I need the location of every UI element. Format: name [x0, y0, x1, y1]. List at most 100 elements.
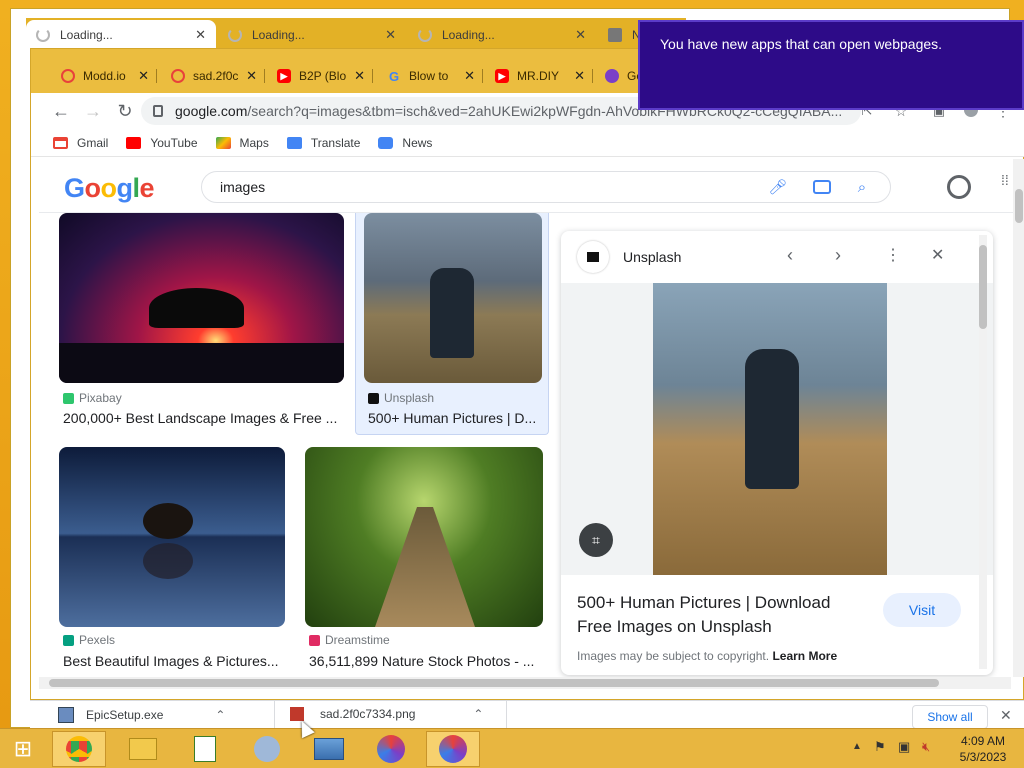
notification-text: You have new apps that can open webpages…: [660, 36, 943, 52]
close-icon[interactable]: ✕: [464, 68, 475, 84]
bookmark-label: Translate: [310, 135, 361, 150]
close-icon[interactable]: ✕: [195, 27, 206, 43]
taskbar-browser[interactable]: [364, 731, 418, 767]
background-tab[interactable]: Loading... ✕: [218, 20, 406, 50]
tab[interactable]: sad.2f0c ✕: [163, 63, 265, 89]
chevron-up-icon[interactable]: ⌃: [473, 707, 483, 721]
visit-button[interactable]: Visit: [883, 593, 961, 627]
result-image[interactable]: [364, 213, 542, 383]
tab-title: Blow to: [409, 69, 449, 83]
panel-title[interactable]: Free Images on Unsplash: [577, 617, 772, 637]
result-title[interactable]: 500+ Human Pictures | D...: [368, 410, 544, 426]
preview-image[interactable]: [653, 283, 887, 575]
tab[interactable]: Modd.io ✕: [53, 63, 157, 89]
background-tab[interactable]: Loading... ✕: [26, 20, 216, 50]
horizontal-scrollbar[interactable]: [39, 677, 1011, 689]
close-icon[interactable]: ✕: [246, 68, 257, 84]
close-icon[interactable]: ✕: [385, 27, 396, 43]
download-filename: EpicSetup.exe: [86, 708, 164, 722]
scrollbar-thumb[interactable]: [49, 679, 939, 687]
result-title[interactable]: 200,000+ Best Landscape Images & Free ..…: [63, 410, 348, 426]
browser-window: Modd.io ✕ sad.2f0c ✕ ▶ B2P (Blo ✕ G Blow…: [30, 48, 1024, 700]
panel-title[interactable]: 500+ Human Pictures | Download: [577, 593, 830, 613]
close-icon[interactable]: ✕: [1000, 707, 1012, 724]
source-name: Dreamstime: [325, 633, 390, 647]
image-results: Pixabay 200,000+ Best Landscape Images &…: [39, 213, 555, 683]
loading-spinner-icon: [418, 28, 432, 42]
reload-icon[interactable]: ↻: [115, 101, 135, 121]
vertical-scrollbar[interactable]: [1013, 159, 1024, 677]
system-clock[interactable]: 4:09 AM 5/3/2023: [950, 733, 1016, 765]
tab[interactable]: ▶ B2P (Blo ✕: [269, 63, 373, 89]
result-card-selected[interactable]: Unsplash 500+ Human Pictures | D...: [355, 213, 549, 435]
result-card[interactable]: Pixabay 200,000+ Best Landscape Images &…: [39, 213, 344, 435]
result-image[interactable]: [305, 447, 543, 627]
learn-more-link[interactable]: Learn More: [772, 649, 837, 663]
forward-arrow-icon[interactable]: →: [83, 101, 103, 121]
show-hidden-icons-icon[interactable]: ▲: [852, 741, 862, 752]
result-title[interactable]: 36,511,899 Nature Stock Photos - ...: [309, 653, 539, 669]
network-icon[interactable]: ▣: [898, 739, 910, 755]
google-logo[interactable]: Google: [64, 173, 155, 204]
scrollbar-thumb[interactable]: [1015, 189, 1023, 223]
lens-search-icon[interactable]: ⌗: [579, 523, 613, 557]
flag-icon[interactable]: ⚑: [874, 739, 886, 755]
unsplash-logo-icon: [577, 241, 609, 273]
chevron-left-icon[interactable]: ‹: [787, 245, 793, 266]
bookmark-maps[interactable]: Maps: [215, 136, 269, 150]
bookmark-label: Gmail: [77, 135, 109, 150]
back-arrow-icon[interactable]: ←: [51, 101, 71, 121]
translate-icon: [286, 136, 302, 149]
result-card[interactable]: Pexels Best Beautiful Images & Pictures.…: [39, 447, 299, 673]
close-icon[interactable]: ✕: [354, 68, 365, 84]
browser-logo-icon: [439, 735, 467, 763]
bookmark-gmail[interactable]: Gmail: [53, 136, 108, 150]
result-card[interactable]: Dreamstime 36,511,899 Nature Stock Photo…: [301, 447, 551, 673]
search-icon[interactable]: ⌕: [852, 178, 872, 198]
chevron-up-icon[interactable]: ⌃: [215, 708, 225, 722]
camera-lens-icon[interactable]: [812, 178, 832, 198]
taskbar-explorer[interactable]: [116, 731, 170, 767]
show-all-button[interactable]: Show all: [912, 705, 988, 729]
notification-toast[interactable]: You have new apps that can open webpages…: [638, 20, 1024, 110]
site-favicon-icon: [608, 28, 622, 42]
microphone-icon[interactable]: 🎤︎: [768, 178, 788, 198]
result-image[interactable]: [59, 447, 285, 627]
download-item[interactable]: sad.2f0c7334.png ⌃: [290, 707, 483, 721]
taskbar-browser-active[interactable]: [426, 731, 480, 767]
close-icon[interactable]: ✕: [138, 68, 149, 84]
result-source: Dreamstime: [309, 633, 390, 647]
tab[interactable]: ▶ MR.DIY ✕: [487, 63, 593, 89]
taskbar-chrome[interactable]: [52, 731, 106, 767]
clock-time: 4:09 AM: [960, 734, 1006, 748]
start-button[interactable]: ⊞: [0, 731, 46, 767]
close-icon[interactable]: ✕: [574, 68, 585, 84]
settings-gear-icon[interactable]: [947, 175, 971, 199]
close-icon[interactable]: ✕: [931, 245, 944, 265]
more-options-icon[interactable]: ⋮: [885, 245, 901, 265]
bookmark-youtube[interactable]: YouTube: [126, 135, 198, 150]
panel-source[interactable]: Unsplash: [623, 249, 681, 265]
taskbar-photos[interactable]: [302, 731, 356, 767]
search-input[interactable]: images 🎤︎ ⌕: [201, 171, 891, 203]
google-header: Google images 🎤︎ ⌕ ⁞⁞: [39, 161, 1024, 213]
close-icon[interactable]: ✕: [575, 27, 586, 43]
scrollbar-thumb[interactable]: [979, 245, 987, 329]
pixabay-icon: [63, 392, 74, 404]
result-image[interactable]: [59, 213, 344, 383]
result-title[interactable]: Best Beautiful Images & Pictures...: [63, 653, 285, 669]
gmail-icon: [53, 136, 68, 149]
volume-muted-icon[interactable]: 🔇︎: [922, 739, 930, 755]
taskbar-app[interactable]: [240, 731, 294, 767]
folder-icon: [129, 738, 157, 760]
panel-scrollbar[interactable]: [979, 235, 987, 669]
taskbar-notepad[interactable]: [178, 731, 232, 767]
background-tab[interactable]: Loading... ✕: [408, 20, 596, 50]
tab[interactable]: G Blow to ✕: [379, 63, 483, 89]
chevron-right-icon[interactable]: ›: [835, 245, 841, 266]
download-item[interactable]: EpicSetup.exe ⌃: [58, 707, 225, 723]
bookmark-label: YouTube: [150, 135, 198, 150]
wooden-path: [375, 507, 475, 627]
bookmark-translate[interactable]: Translate: [286, 135, 361, 150]
bookmark-news[interactable]: News: [378, 136, 432, 150]
